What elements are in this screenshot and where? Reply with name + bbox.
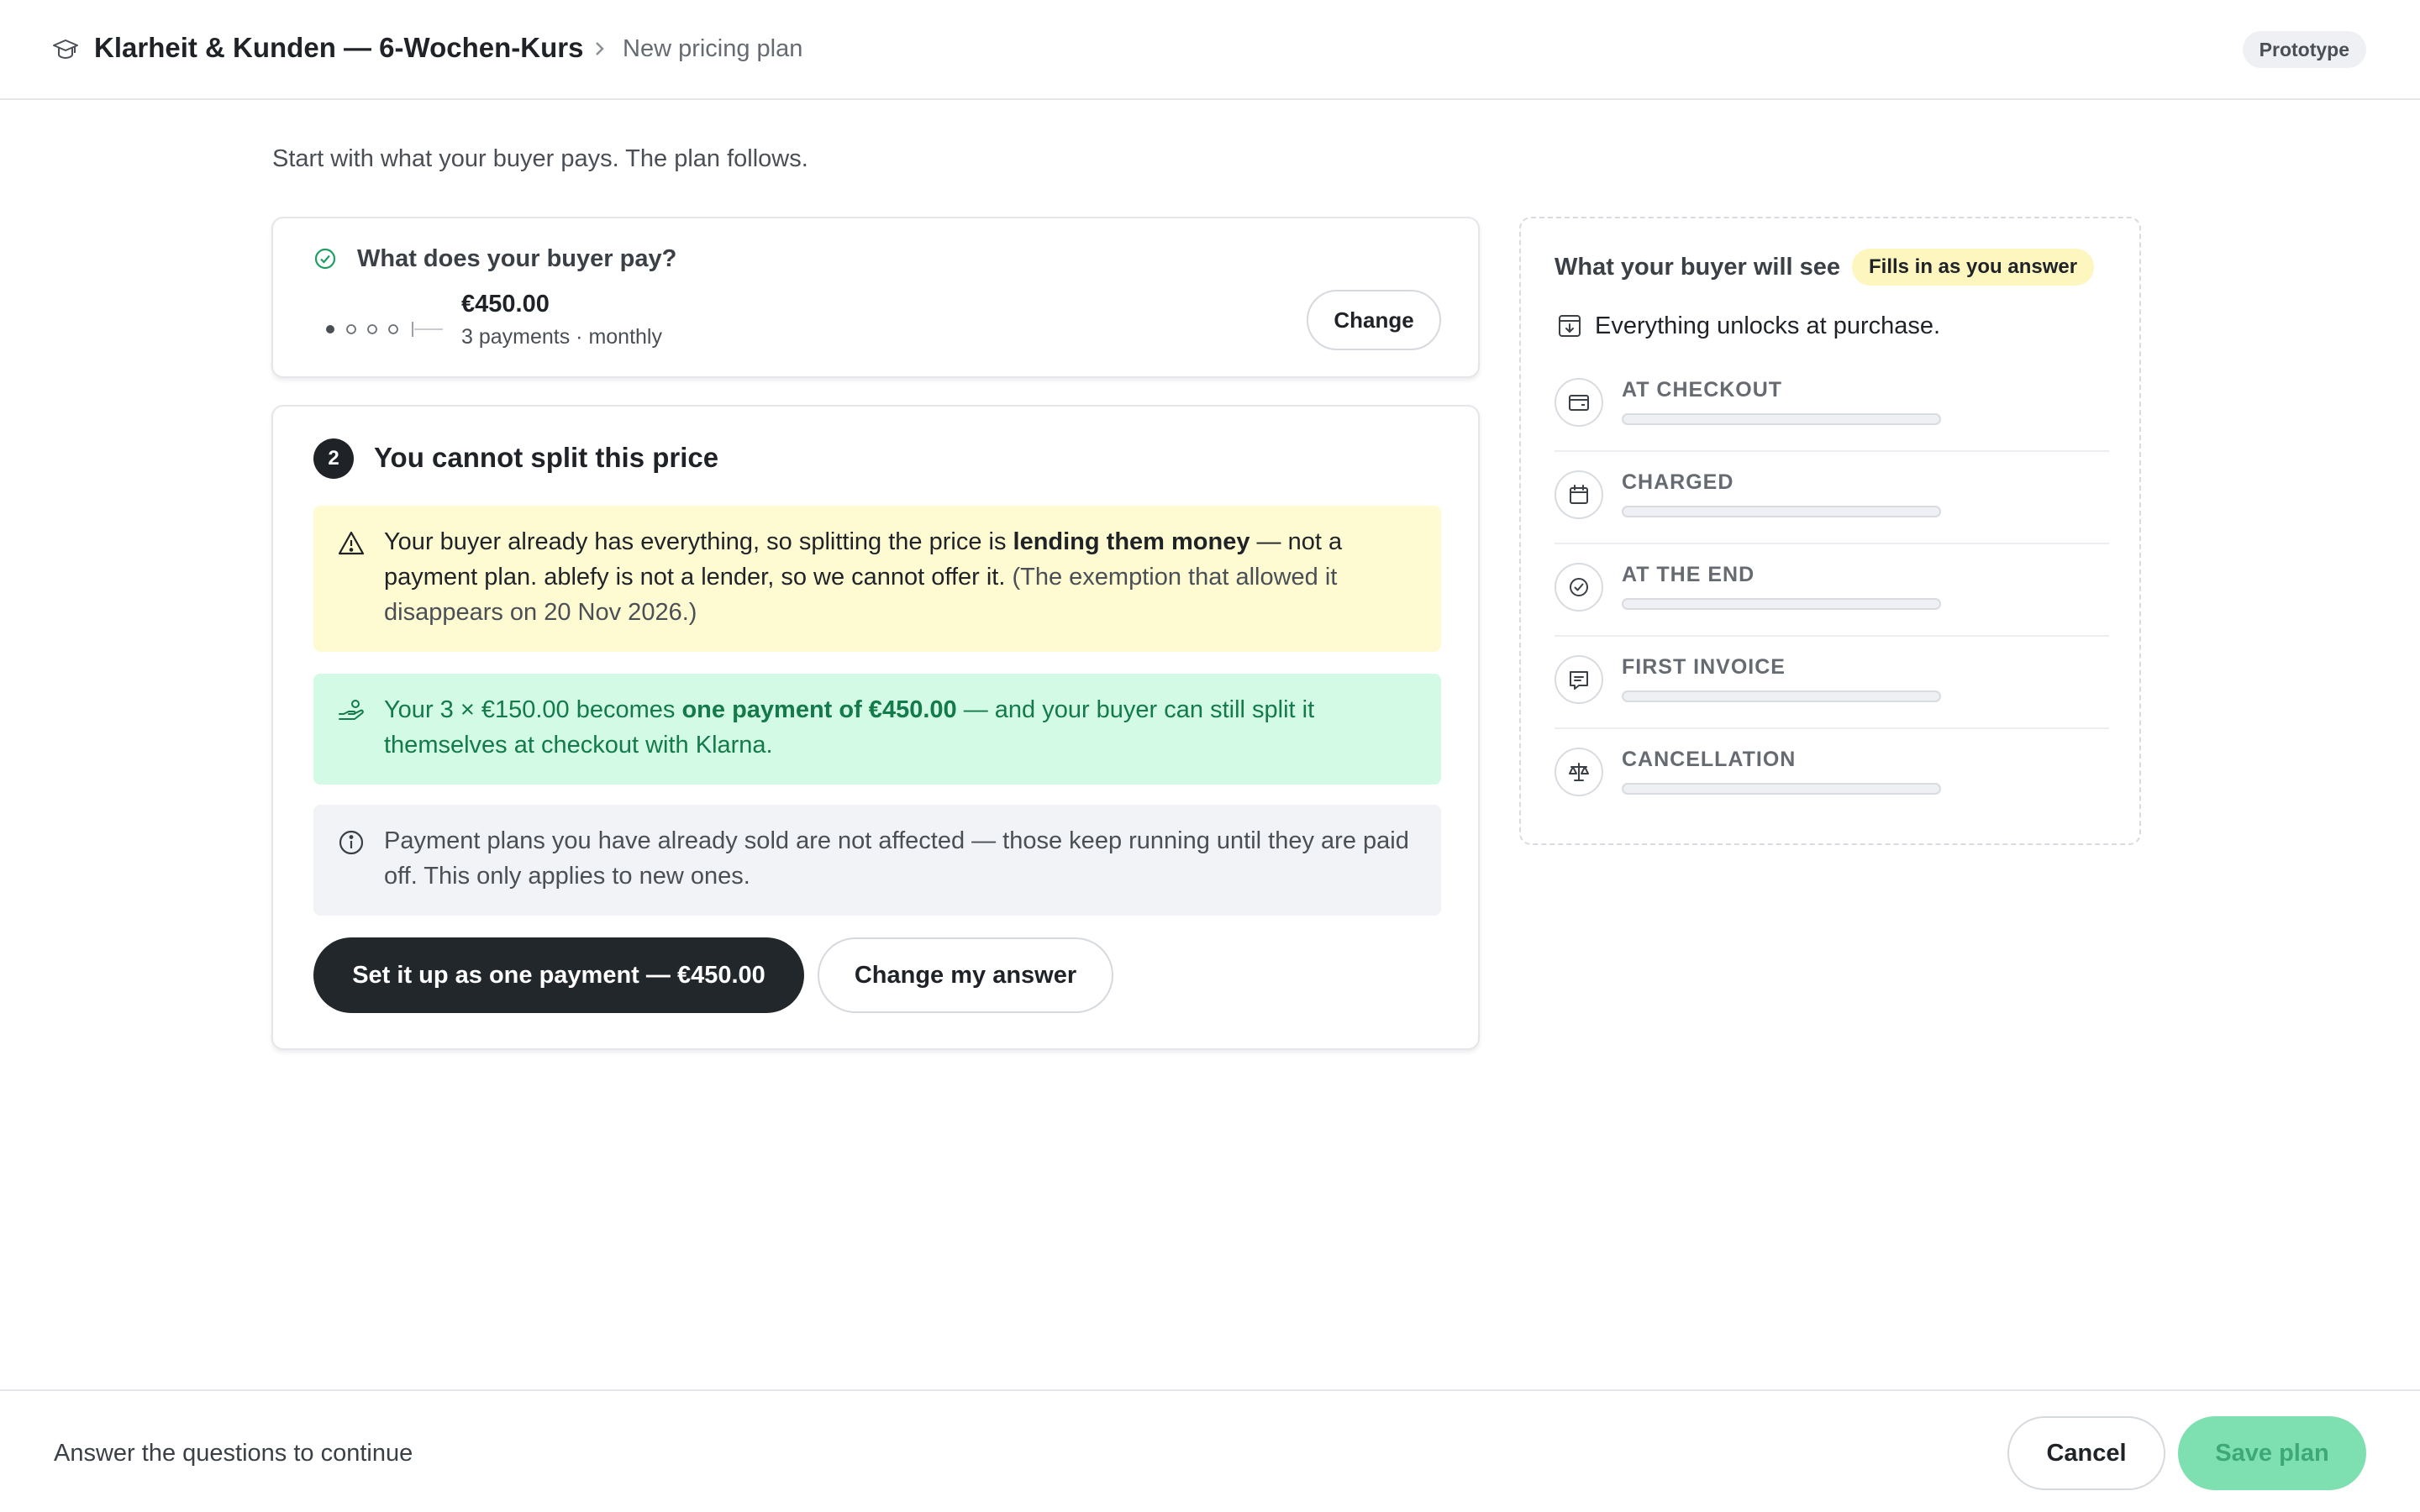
- placeholder-bar: [1622, 506, 1941, 517]
- info-text: Payment plans you have already sold are …: [384, 827, 1409, 890]
- warning-callout: Your buyer already has everything, so sp…: [313, 506, 1441, 652]
- preview-row-checkout: AT CHECKOUT: [1555, 360, 2109, 452]
- preview-row-charged: CHARGED: [1555, 452, 2109, 544]
- cancel-button[interactable]: Cancel: [2007, 1416, 2165, 1490]
- placeholder-bar: [1622, 413, 1941, 425]
- step-title: You cannot split this price: [374, 442, 719, 473]
- bottom-bar: Answer the questions to continue Cancel …: [0, 1389, 2420, 1512]
- buyer-preview-panel: What your buyer will see Fills in as you…: [1519, 217, 2141, 845]
- unlock-download-icon: [1559, 315, 1581, 337]
- preview-row-label: AT CHECKOUT: [1622, 378, 1783, 402]
- check-circle-icon: [1570, 578, 1588, 596]
- change-button[interactable]: Change: [1307, 290, 1441, 350]
- payment-schedule-dots-icon: [326, 322, 443, 337]
- prototype-badge: Prototype: [2242, 31, 2366, 68]
- breadcrumb-current: New pricing plan: [623, 35, 803, 62]
- preview-row-cancellation: CANCELLATION: [1555, 729, 2109, 822]
- warning-text: Your buyer already has everything, so sp…: [384, 528, 1343, 626]
- info-icon: [339, 830, 364, 855]
- success-text: Your 3 × €150.00 becomes one payment of …: [384, 696, 1315, 759]
- footer-status: Answer the questions to continue: [54, 1440, 413, 1467]
- invoice-icon: [1570, 671, 1588, 690]
- placeholder-bar: [1622, 690, 1941, 702]
- warning-triangle-icon: [338, 531, 365, 555]
- change-answer-button[interactable]: Change my answer: [818, 937, 1113, 1013]
- preview-row-label: AT THE END: [1622, 563, 1755, 586]
- preview-rows: AT CHECKOUT CHARGED AT THE END FIRST INV…: [1555, 360, 2109, 822]
- split-price-card: 2 You cannot split this price Your buyer…: [271, 405, 1480, 1050]
- preview-row-label: FIRST INVOICE: [1622, 655, 1786, 679]
- preview-row-end: AT THE END: [1555, 544, 2109, 637]
- fills-in-badge: Fills in as you answer: [1852, 249, 2095, 286]
- preview-row-label: CANCELLATION: [1622, 748, 1797, 771]
- buyer-pays-card: What does your buyer pay? €450.00 3 paym…: [271, 217, 1480, 378]
- top-bar: Klarheit & Kunden — 6-Wochen-Kurs New pr…: [0, 0, 2420, 100]
- course-title[interactable]: Klarheit & Kunden — 6-Wochen-Kurs: [94, 32, 583, 64]
- success-callout: Your 3 × €150.00 becomes one payment of …: [313, 674, 1441, 785]
- save-plan-button[interactable]: Save plan: [2178, 1416, 2366, 1490]
- placeholder-bar: [1622, 598, 1941, 610]
- preview-title: What your buyer will see: [1555, 254, 1841, 281]
- wallet-icon: [1569, 395, 1589, 411]
- set-one-payment-button[interactable]: Set it up as one payment — €450.00: [313, 937, 804, 1013]
- placeholder-bar: [1622, 783, 1941, 795]
- scales-icon: [1569, 763, 1589, 781]
- step-number-badge: 2: [313, 438, 354, 479]
- intro-text: Start with what your buyer pays. The pla…: [272, 145, 808, 172]
- payment-schedule: 3 payments · monthly: [461, 325, 662, 349]
- calendar-icon: [1570, 485, 1588, 504]
- info-callout: Payment plans you have already sold are …: [313, 805, 1441, 916]
- question-label: What does your buyer pay?: [357, 245, 677, 272]
- hand-coins-icon: [339, 700, 364, 720]
- preview-row-invoice: FIRST INVOICE: [1555, 637, 2109, 729]
- unlock-text: Everything unlocks at purchase.: [1595, 312, 1941, 339]
- breadcrumb-chevron-icon: [596, 42, 604, 55]
- price-value: €450.00: [461, 291, 550, 318]
- preview-row-label: CHARGED: [1622, 470, 1734, 494]
- check-circle-icon: [314, 248, 336, 270]
- graduation-cap-icon: [53, 39, 78, 59]
